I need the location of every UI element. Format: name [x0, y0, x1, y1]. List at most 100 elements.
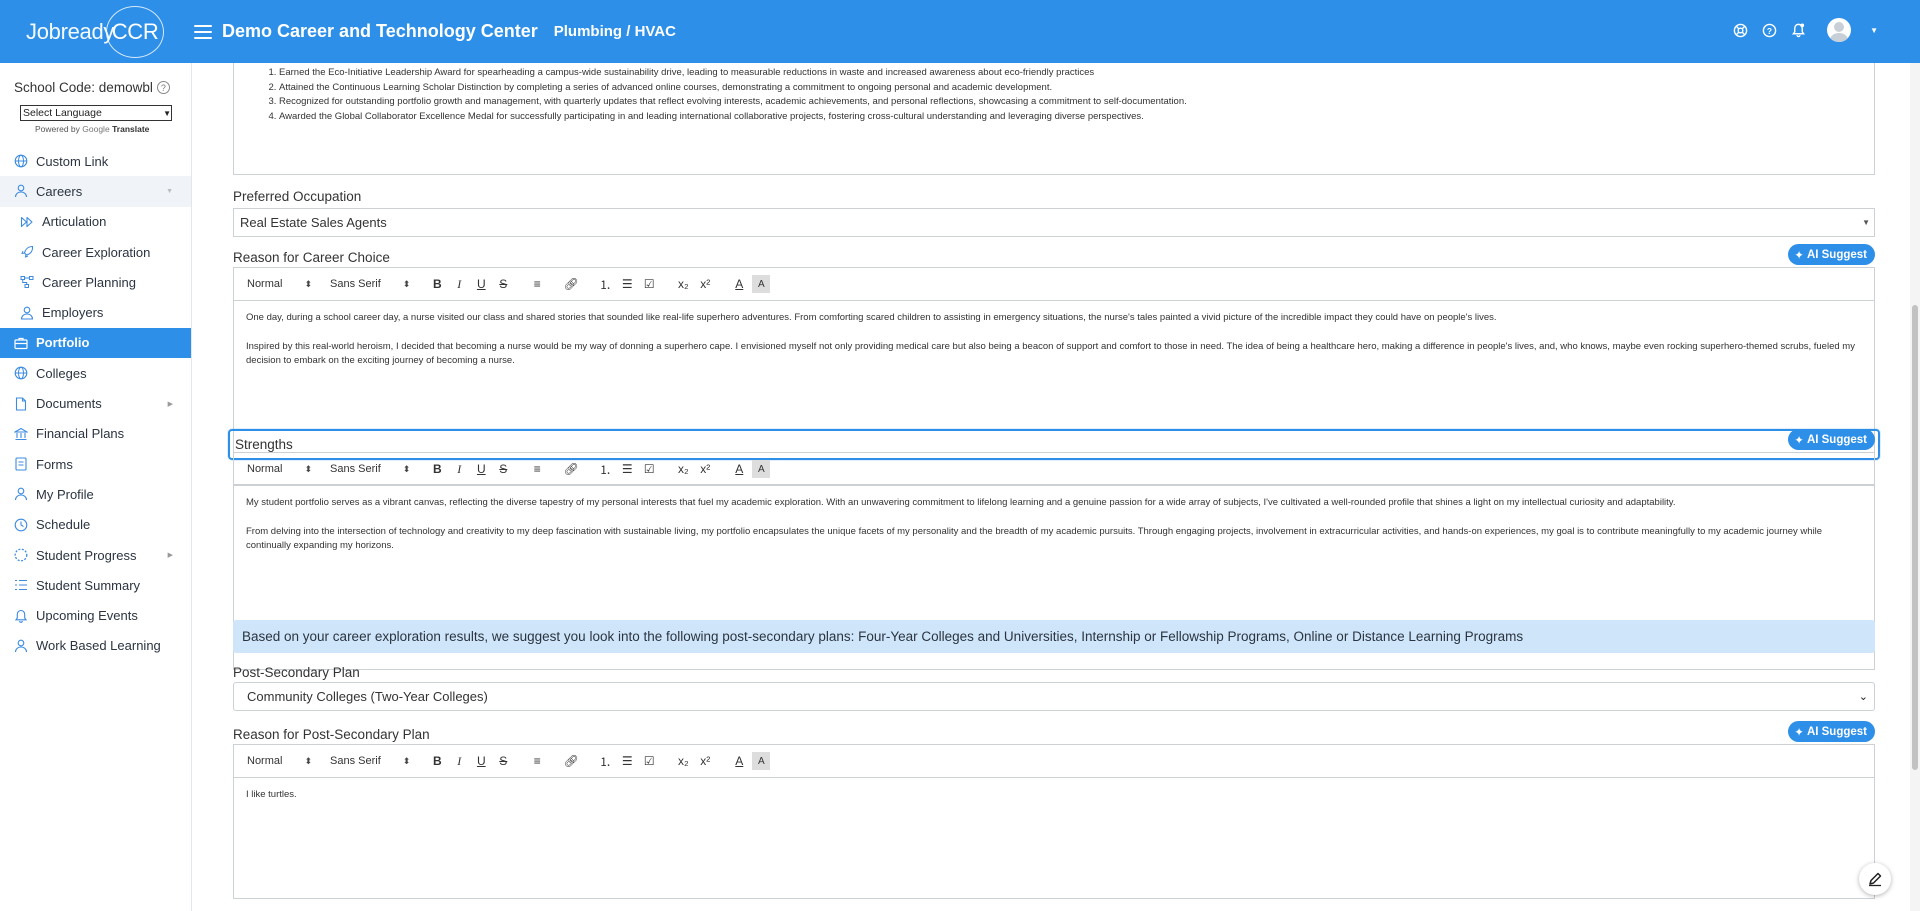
bold-icon[interactable]: B [428, 460, 446, 478]
achievements-list: Earned the Eco-Initiative Leadership Awa… [234, 66, 1874, 124]
text-size-value: Normal [247, 278, 283, 290]
text-color-icon[interactable]: A [730, 460, 748, 478]
updown-icon: ⬍ [304, 463, 312, 474]
align-icon[interactable]: ≡ [528, 275, 546, 293]
italic-icon[interactable]: I [450, 460, 468, 478]
sidebar-item-student-progress[interactable]: Student Progress ▶ [0, 540, 191, 570]
sidebar-item-financial-plans[interactable]: Financial Plans [0, 419, 191, 449]
sidebar-item-work-based-learning[interactable]: Work Based Learning [0, 631, 191, 661]
text-size-dropdown[interactable]: Normal ⬍ [247, 278, 312, 290]
font-value: Sans Serif [330, 755, 381, 767]
background-color-icon[interactable]: A [752, 752, 771, 770]
sidebar-item-colleges[interactable]: Colleges [0, 358, 191, 388]
avatar-caret-icon[interactable]: ▼ [1870, 26, 1878, 35]
bullet-list-icon[interactable]: ☰ [618, 752, 636, 770]
sidebar-item-career-planning[interactable]: Career Planning [0, 267, 191, 297]
checklist-icon[interactable]: ☑ [640, 460, 658, 478]
strikethrough-icon[interactable]: S [494, 752, 512, 770]
font-dropdown[interactable]: Sans Serif ⬍ [330, 278, 410, 290]
help-icon[interactable]: ? [1761, 22, 1777, 38]
text-size-value: Normal [247, 463, 283, 475]
ordered-list-icon[interactable]: ⒈ [596, 275, 614, 293]
align-icon[interactable]: ≡ [528, 752, 546, 770]
align-icon[interactable]: ≡ [528, 460, 546, 478]
superscript-icon[interactable]: x² [696, 460, 714, 478]
notification-bell-icon[interactable] [1790, 22, 1806, 38]
sidebar-item-documents[interactable]: Documents ▶ [0, 388, 191, 418]
text-color-icon[interactable]: A [730, 752, 748, 770]
link-icon[interactable]: 🔗︎ [562, 752, 580, 770]
subscript-icon[interactable]: x₂ [674, 460, 692, 478]
sidebar-item-career-exploration[interactable]: Career Exploration [0, 237, 191, 267]
sparkle-icon: ✦ [1794, 726, 1804, 739]
scrollbar-thumb[interactable] [1912, 305, 1918, 770]
superscript-icon[interactable]: x² [696, 752, 714, 770]
underline-icon[interactable]: U [472, 460, 490, 478]
strikethrough-icon[interactable]: S [494, 460, 512, 478]
font-value: Sans Serif [330, 463, 381, 475]
achievement-item: Awarded the Global Collaborator Excellen… [279, 110, 1874, 125]
strikethrough-icon[interactable]: S [494, 275, 512, 293]
logo[interactable]: Jobready CCR [0, 0, 192, 63]
page-scrollbar[interactable] [1910, 63, 1920, 911]
bold-icon[interactable]: B [428, 752, 446, 770]
sidebar-item-articulation[interactable]: Articulation [0, 207, 191, 237]
subscript-icon[interactable]: x₂ [674, 752, 692, 770]
sidebar-item-employers[interactable]: Employers [0, 297, 191, 327]
sidebar-item-my-profile[interactable]: My Profile [0, 479, 191, 509]
sidebar-item-forms[interactable]: Forms [0, 449, 191, 479]
bold-icon[interactable]: B [428, 275, 446, 293]
link-icon[interactable]: 🔗︎ [562, 275, 580, 293]
checklist-icon[interactable]: ☑ [640, 752, 658, 770]
language-select[interactable]: Select Language ▼ [20, 105, 172, 121]
achievements-editor[interactable]: Earned the Eco-Initiative Leadership Awa… [233, 63, 1875, 175]
underline-icon[interactable]: U [472, 275, 490, 293]
sidebar-item-label: My Profile [36, 486, 94, 502]
ordered-list-icon[interactable]: ⒈ [596, 752, 614, 770]
text-size-dropdown[interactable]: Normal ⬍ [247, 463, 312, 475]
background-color-icon[interactable]: A [752, 275, 771, 293]
checklist-icon[interactable]: ☑ [640, 275, 658, 293]
ai-suggest-button[interactable]: ✦ AI Suggest [1788, 244, 1875, 265]
hamburger-menu-icon[interactable] [194, 24, 212, 39]
sidebar-item-careers[interactable]: Careers ▼ [0, 176, 191, 207]
strengths-content[interactable]: My student portfolio serves as a vibrant… [234, 486, 1874, 553]
italic-icon[interactable]: I [450, 275, 468, 293]
post-secondary-reason-content[interactable]: I like turtles. [234, 778, 1874, 802]
underline-icon[interactable]: U [472, 752, 490, 770]
superscript-icon[interactable]: x² [696, 275, 714, 293]
sidebar-item-portfolio[interactable]: Portfolio [0, 327, 191, 359]
sidebar-item-student-summary[interactable]: Student Summary [0, 570, 191, 600]
editor-toolbar: Normal ⬍ Sans Serif ⬍ B I U S ≡ 🔗︎ ⒈ ☰ ☑ x… [234, 268, 1874, 301]
chevron-down-icon: ▼ [163, 108, 171, 118]
text-size-dropdown[interactable]: Normal ⬍ [247, 755, 312, 767]
bullet-list-icon[interactable]: ☰ [618, 460, 636, 478]
link-icon[interactable]: 🔗︎ [562, 460, 580, 478]
font-dropdown[interactable]: Sans Serif ⬍ [330, 755, 410, 767]
preferred-occupation-select[interactable]: Real Estate Sales Agents ▼ [233, 208, 1875, 237]
font-dropdown[interactable]: Sans Serif ⬍ [330, 463, 410, 475]
suggestion-text: Based on your career exploration results… [242, 629, 1524, 644]
floating-edit-icon[interactable] [1859, 863, 1891, 895]
user-avatar[interactable] [1827, 18, 1852, 42]
background-color-icon[interactable]: A [752, 460, 771, 478]
text-color-icon[interactable]: A [730, 275, 748, 293]
school-code-help-icon[interactable]: ? [156, 81, 170, 94]
person-icon [14, 487, 28, 501]
career-reason-content[interactable]: One day, during a school career day, a n… [234, 301, 1874, 368]
post-secondary-select[interactable]: Community Colleges (Two-Year Colleges) ⌄ [233, 682, 1875, 711]
top-icons: ? ▼ [1732, 18, 1878, 42]
text-size-value: Normal [247, 755, 283, 767]
ai-suggest-button[interactable]: ✦ AI Suggest [1788, 721, 1875, 742]
sidebar-item-schedule[interactable]: Schedule [0, 510, 191, 540]
bullet-list-icon[interactable]: ☰ [618, 275, 636, 293]
italic-icon[interactable]: I [450, 752, 468, 770]
sidebar-item-upcoming-events[interactable]: Upcoming Events [0, 600, 191, 630]
sidebar-item-custom-link[interactable]: Custom Link [0, 146, 191, 176]
ai-suggest-button[interactable]: ✦ AI Suggest [1788, 429, 1875, 450]
subscript-icon[interactable]: x₂ [674, 275, 692, 293]
support-icon[interactable] [1732, 22, 1748, 38]
sidebar-item-label: Documents [36, 396, 102, 412]
sidebar-item-label: Custom Link [36, 153, 109, 169]
ordered-list-icon[interactable]: ⒈ [596, 460, 614, 478]
